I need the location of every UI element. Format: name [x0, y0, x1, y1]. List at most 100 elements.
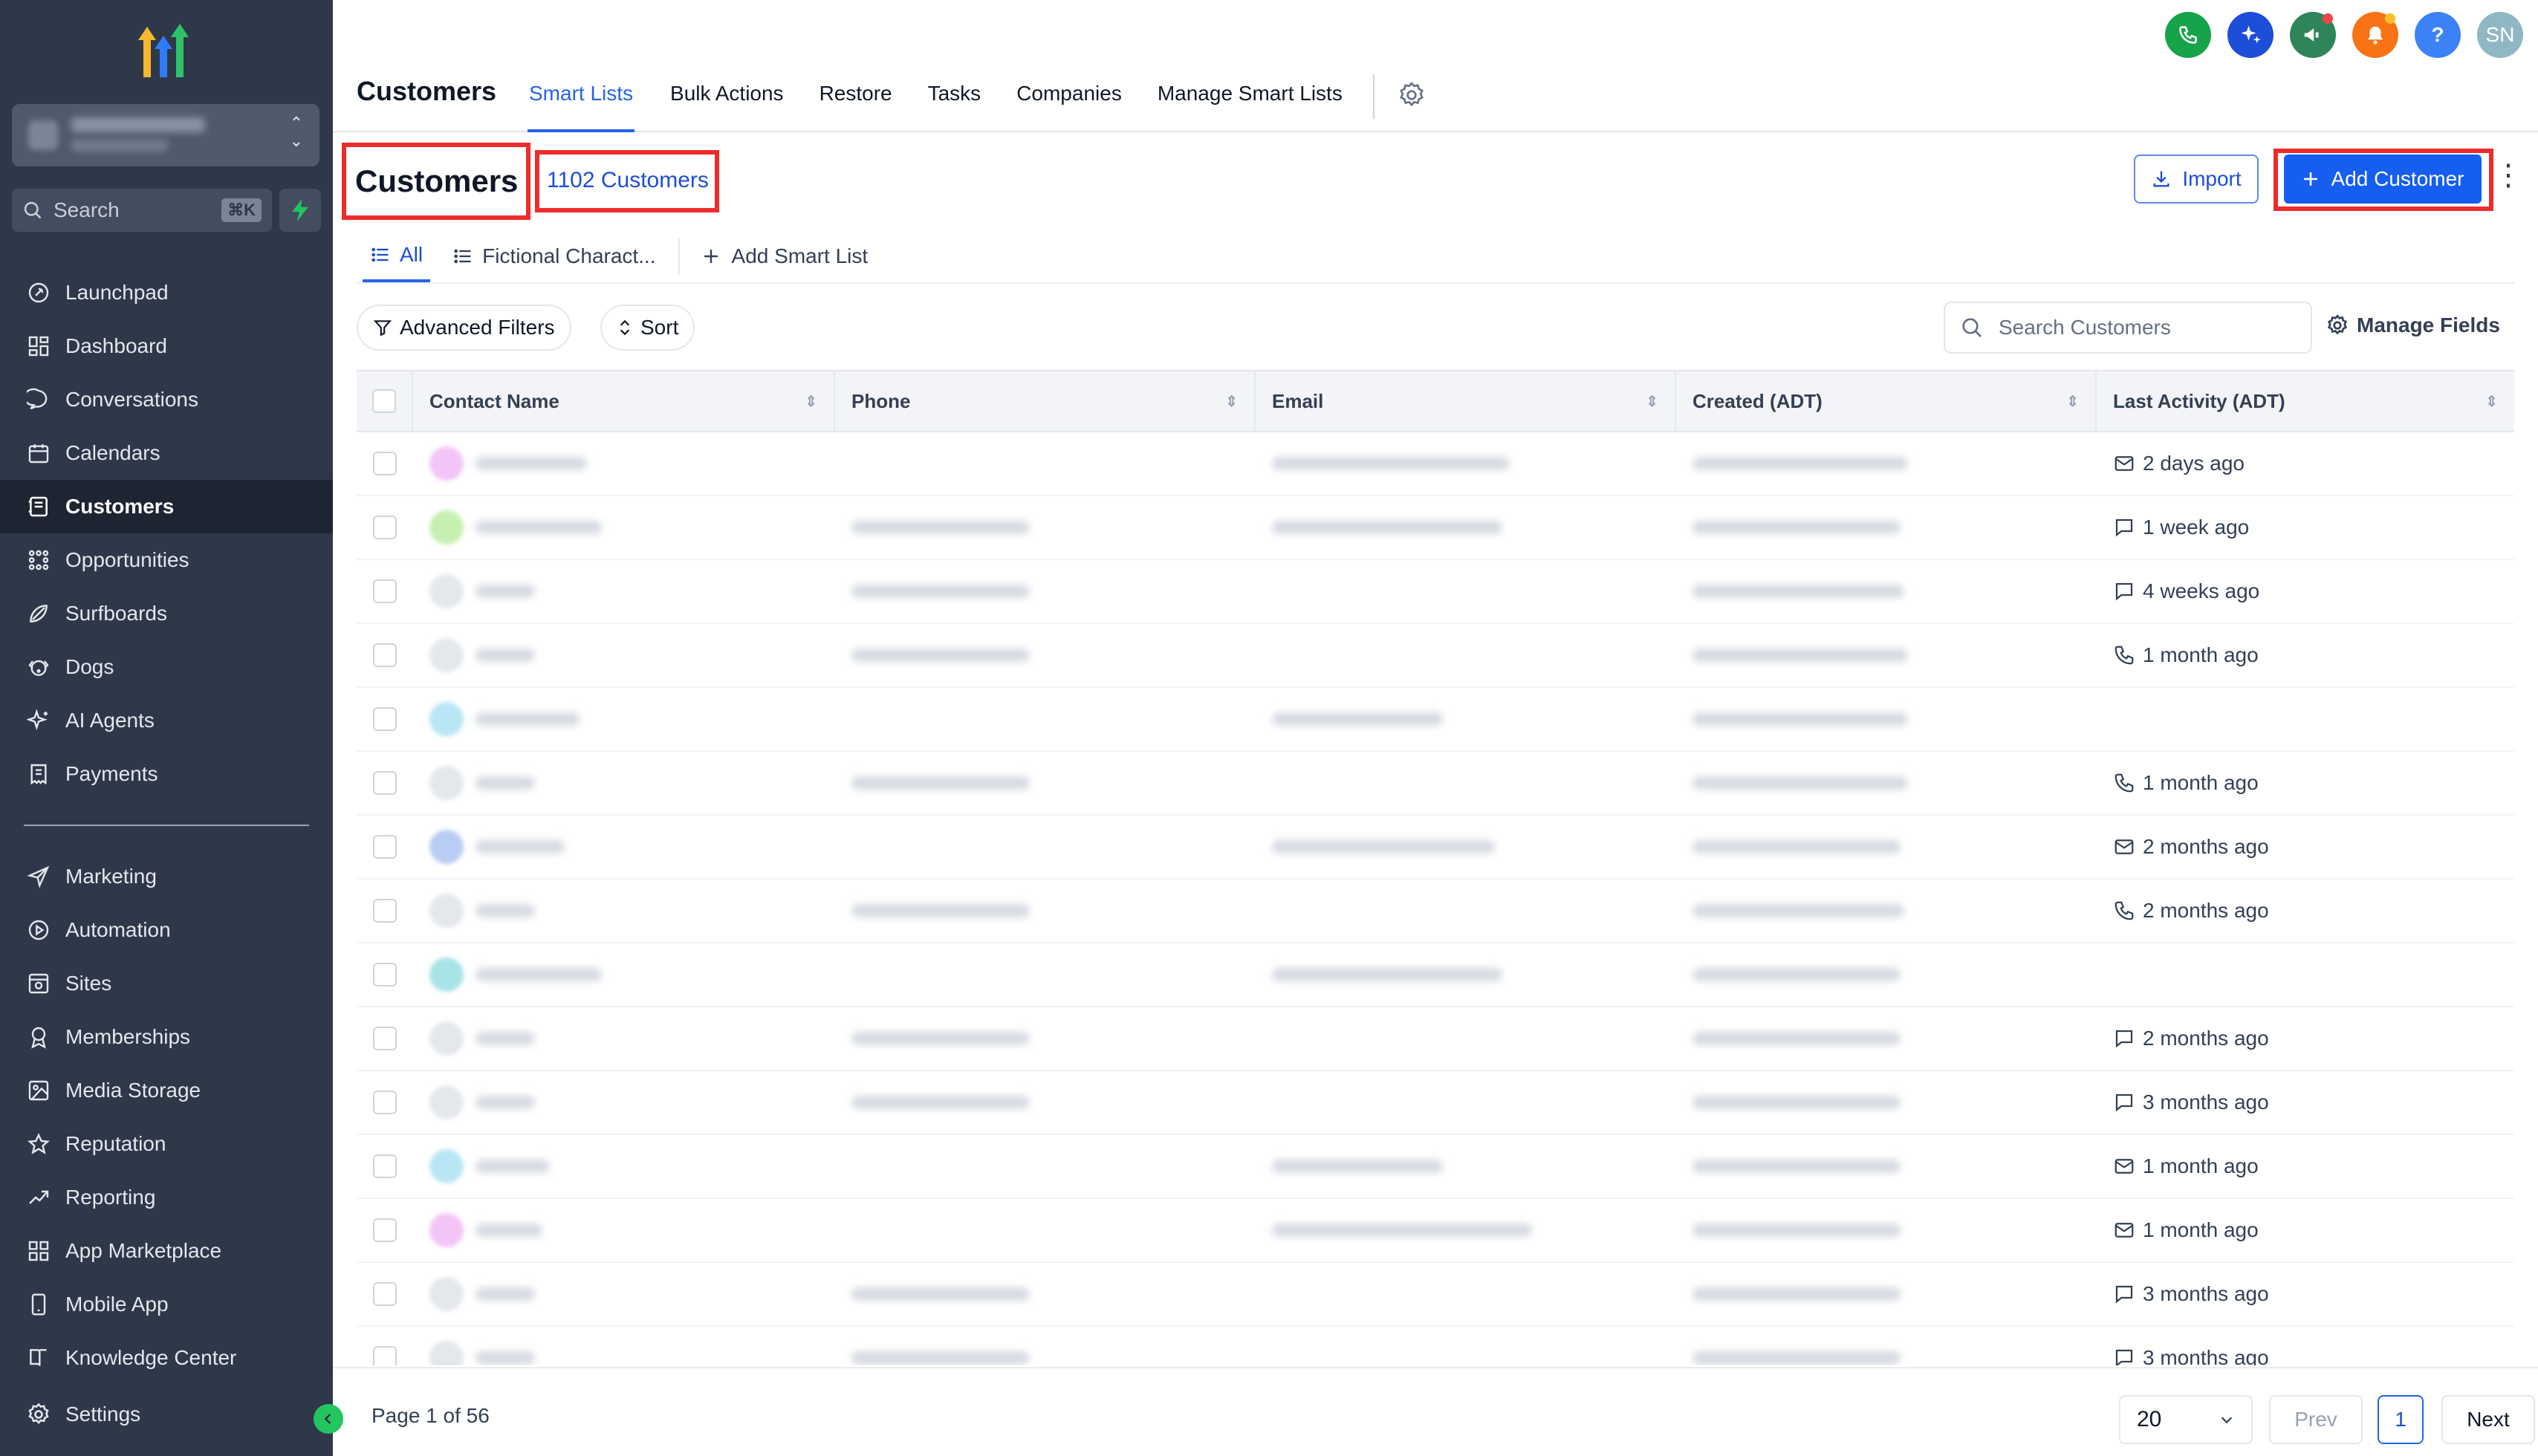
sidebar-item-mobile-app[interactable]: Mobile App [0, 1278, 333, 1331]
sidebar-item-reputation[interactable]: Reputation [0, 1117, 333, 1171]
table-row[interactable]: 1 month ago [357, 752, 2514, 816]
tab-manage-smart-lists[interactable]: Manage Smart Lists [1158, 74, 1343, 132]
contact-name-cell[interactable] [413, 1198, 835, 1262]
ai-assistant-button[interactable] [2227, 12, 2274, 58]
contact-name-cell[interactable] [413, 1007, 835, 1070]
sort-arrows-icon[interactable]: ⇕ [1225, 392, 1238, 411]
row-checkbox[interactable] [373, 1091, 397, 1114]
row-checkbox[interactable] [373, 1282, 397, 1306]
contact-name-cell[interactable] [413, 1134, 835, 1198]
phone-cell[interactable] [835, 815, 1256, 879]
phone-cell[interactable] [835, 687, 1256, 751]
row-checkbox[interactable] [373, 899, 397, 923]
notifications-button[interactable] [2352, 12, 2398, 58]
tab-bulk-actions[interactable]: Bulk Actions [670, 74, 784, 132]
sidebar-item-app-marketplace[interactable]: App Marketplace [0, 1224, 333, 1278]
tab-tasks[interactable]: Tasks [928, 74, 981, 132]
contact-name-cell[interactable] [413, 1070, 835, 1134]
row-checkbox[interactable] [373, 579, 397, 603]
column-header-email[interactable]: Email ⇕ [1256, 370, 1676, 432]
sidebar-item-payments[interactable]: Payments [0, 747, 333, 801]
contact-name-cell[interactable] [413, 1326, 835, 1365]
sidebar-search[interactable]: Search ⌘K [12, 189, 272, 232]
tab-smart-lists[interactable]: Smart Lists [528, 74, 635, 132]
column-header-contact-name[interactable]: Contact Name ⇕ [413, 370, 835, 432]
table-row[interactable]: 3 months ago [357, 1263, 2514, 1327]
email-cell[interactable] [1256, 1326, 1676, 1365]
sidebar-item-opportunities[interactable]: Opportunities [0, 533, 333, 587]
sidebar-item-sites[interactable]: Sites [0, 957, 333, 1010]
sort-arrows-icon[interactable]: ⇕ [805, 392, 817, 411]
email-cell[interactable] [1256, 1070, 1676, 1134]
advanced-filters-button[interactable]: Advanced Filters [357, 305, 571, 351]
sidebar-item-dashboard[interactable]: Dashboard [0, 319, 333, 373]
add-smart-list-button[interactable]: Add Smart List [695, 230, 876, 282]
contact-name-cell[interactable] [413, 751, 835, 815]
phone-cell[interactable] [835, 1326, 1256, 1365]
tab-all[interactable]: All [363, 230, 431, 282]
email-cell[interactable] [1256, 559, 1676, 623]
phone-cell[interactable] [835, 495, 1256, 559]
row-checkbox[interactable] [373, 771, 397, 795]
row-checkbox[interactable] [373, 1346, 397, 1365]
table-row[interactable]: 1 week ago [357, 496, 2514, 560]
email-cell[interactable] [1256, 495, 1676, 559]
contact-name-cell[interactable] [413, 943, 835, 1007]
sidebar-item-launchpad[interactable]: Launchpad [0, 266, 333, 319]
table-row[interactable]: 1 month ago [357, 1135, 2514, 1199]
phone-cell[interactable] [835, 623, 1256, 687]
email-cell[interactable] [1256, 1007, 1676, 1070]
sidebar-item-customers[interactable]: Customers [0, 480, 333, 533]
table-row[interactable]: 2 months ago [357, 1007, 2514, 1071]
next-page-button[interactable]: Next [2441, 1395, 2535, 1444]
settings-gear-button[interactable] [1397, 80, 1427, 114]
sidebar-item-surfboards[interactable]: Surfboards [0, 587, 333, 640]
table-row[interactable] [357, 688, 2514, 752]
phone-cell[interactable] [835, 432, 1256, 495]
sort-arrows-icon[interactable]: ⇕ [2485, 392, 2498, 411]
sidebar-item-marketing[interactable]: Marketing [0, 850, 333, 903]
tab-restore[interactable]: Restore [820, 74, 892, 132]
manage-fields-button[interactable]: Manage Fields [2326, 313, 2500, 337]
phone-cell[interactable] [835, 943, 1256, 1007]
contact-name-cell[interactable] [413, 559, 835, 623]
contact-name-cell[interactable] [413, 879, 835, 943]
contact-name-cell[interactable] [413, 815, 835, 879]
column-header-created[interactable]: Created (ADT) ⇕ [1676, 370, 2097, 432]
row-checkbox[interactable] [373, 516, 397, 539]
column-header-phone[interactable]: Phone ⇕ [835, 370, 1256, 432]
row-checkbox[interactable] [373, 1027, 397, 1050]
search-customers-input[interactable]: Search Customers [1944, 302, 2312, 354]
table-row[interactable]: 2 months ago [357, 880, 2514, 943]
email-cell[interactable] [1256, 879, 1676, 943]
import-button[interactable]: Import [2134, 155, 2259, 204]
quick-action-button[interactable] [279, 189, 321, 232]
sidebar-item-reporting[interactable]: Reporting [0, 1171, 333, 1224]
email-cell[interactable] [1256, 687, 1676, 751]
table-row[interactable]: 3 months ago [357, 1327, 2514, 1365]
page-number-button[interactable]: 1 [2378, 1395, 2424, 1444]
select-all-checkbox[interactable] [372, 389, 396, 413]
phone-cell[interactable] [835, 1007, 1256, 1070]
email-cell[interactable] [1256, 815, 1676, 879]
sort-button[interactable]: Sort [600, 305, 695, 351]
row-checkbox[interactable] [373, 963, 397, 987]
phone-cell[interactable] [835, 879, 1256, 943]
phone-call-button[interactable] [2165, 12, 2211, 58]
help-button[interactable]: ? [2415, 12, 2461, 58]
tab-companies[interactable]: Companies [1016, 74, 1122, 132]
sidebar-item-calendars[interactable]: Calendars [0, 426, 333, 480]
email-cell[interactable] [1256, 1198, 1676, 1262]
email-cell[interactable] [1256, 1262, 1676, 1326]
row-checkbox[interactable] [373, 707, 397, 731]
contact-name-cell[interactable] [413, 432, 835, 495]
email-cell[interactable] [1256, 751, 1676, 815]
column-header-last-activity[interactable]: Last Activity (ADT) ⇕ [2097, 370, 2514, 432]
phone-cell[interactable] [835, 1070, 1256, 1134]
sidebar-item-memberships[interactable]: Memberships [0, 1010, 333, 1064]
table-row[interactable]: 1 month ago [357, 1199, 2514, 1263]
sidebar-item-settings[interactable]: Settings [0, 1388, 333, 1441]
row-checkbox[interactable] [373, 452, 397, 475]
table-row[interactable]: 2 days ago [357, 432, 2514, 496]
per-page-select[interactable]: 20 [2119, 1395, 2253, 1444]
